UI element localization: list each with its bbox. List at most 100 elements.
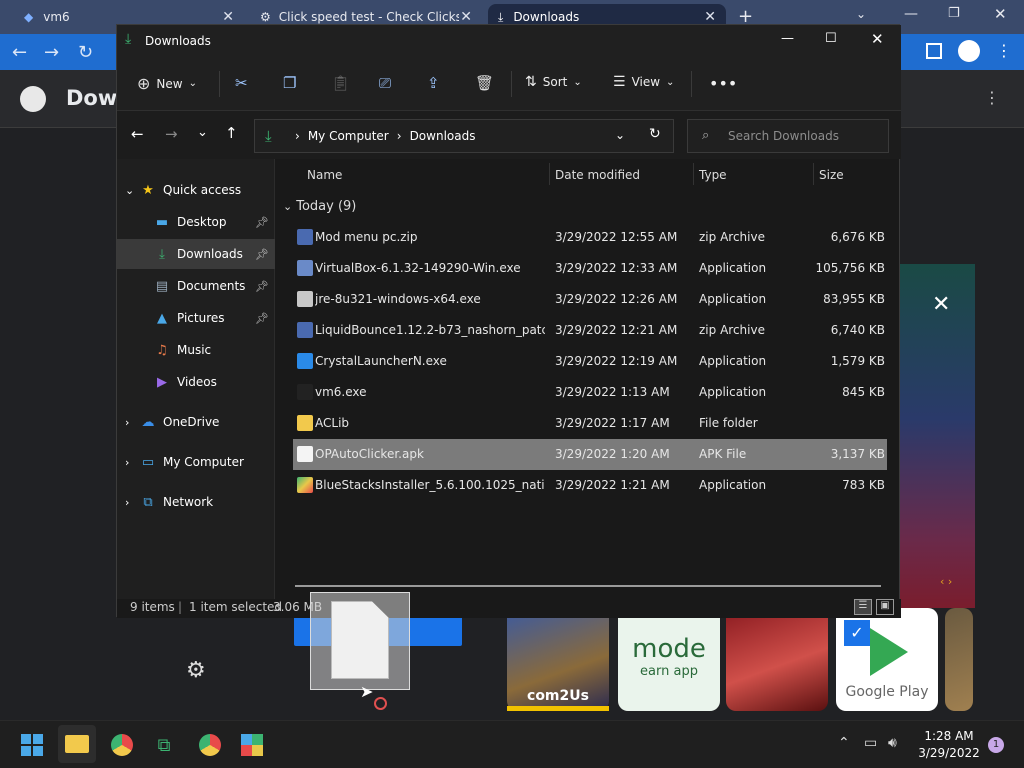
- file-row[interactable]: CrystalLauncherN.exe 3/29/2022 12:19 AM …: [293, 346, 887, 377]
- back-icon[interactable]: ←: [12, 42, 27, 63]
- file-row[interactable]: VirtualBox-6.1.32-149290-Win.exe 3/29/20…: [293, 253, 887, 284]
- tab-label: Click speed test - Check Clicks p…: [278, 10, 459, 24]
- clock-date[interactable]: 3/29/2022: [914, 746, 984, 760]
- sort-label: Sort: [542, 75, 568, 89]
- paste-icon[interactable]: 📋︎: [331, 74, 350, 92]
- file-row[interactable]: LiquidBounce1.12.2-b73_nashorn_patch-… 3…: [293, 315, 887, 346]
- nav-desktop[interactable]: ▬ Desktop 📌︎: [117, 207, 275, 237]
- delete-icon[interactable]: 🗑︎: [475, 74, 494, 92]
- column-separator[interactable]: [813, 163, 814, 185]
- bluestacks-taskbar-icon[interactable]: [238, 731, 266, 759]
- back-icon[interactable]: ←: [131, 125, 144, 143]
- file-row[interactable]: jre-8u321-windows-x64.exe 3/29/2022 12:2…: [293, 284, 887, 315]
- file-name: VirtualBox-6.1.32-149290-Win.exe: [315, 261, 521, 275]
- app-card-google-play[interactable]: ✓ Google Play: [836, 608, 938, 711]
- rename-icon[interactable]: ⎚: [379, 74, 391, 92]
- column-header-size[interactable]: Size: [819, 168, 844, 182]
- pin-icon[interactable]: 📌︎: [255, 312, 269, 325]
- file-row[interactable]: ACLib 3/29/2022 1:17 AM File folder: [293, 408, 887, 439]
- file-row[interactable]: Mod menu pc.zip 3/29/2022 12:55 AM zip A…: [293, 222, 887, 253]
- app-card-com2us[interactable]: com2Us: [507, 608, 609, 711]
- app-card-partial[interactable]: [945, 608, 973, 711]
- nav-videos[interactable]: ▶ Videos: [117, 367, 275, 397]
- app-taskbar-icon[interactable]: ⧉: [150, 731, 178, 759]
- pin-icon[interactable]: 📌︎: [255, 216, 269, 229]
- download-icon: ⤓: [159, 246, 165, 262]
- nav-downloads[interactable]: ⤓ Downloads 📌︎: [117, 239, 275, 269]
- restore-icon[interactable]: ❐: [948, 6, 960, 21]
- start-icon[interactable]: [18, 731, 46, 759]
- page-menu-icon[interactable]: ⋮: [984, 88, 1000, 107]
- nav-documents[interactable]: ▤ Documents 📌︎: [117, 271, 275, 301]
- nav-quick-access[interactable]: ⌄ ★ Quick access: [117, 175, 275, 205]
- column-separator[interactable]: [549, 163, 550, 185]
- chrome-profile-taskbar-icon[interactable]: [196, 731, 224, 759]
- sort-button[interactable]: ⇅ Sort ⌄: [525, 74, 582, 90]
- address-bar[interactable]: ⤓ › My Computer › Downloads ⌄ ↻: [254, 119, 674, 153]
- nav-label: OneDrive: [163, 415, 220, 429]
- group-label: Today (9): [296, 199, 357, 214]
- notification-badge[interactable]: 1: [988, 737, 1004, 753]
- forward-icon[interactable]: →: [165, 125, 178, 143]
- close-icon[interactable]: ✕: [871, 30, 884, 48]
- column-separator[interactable]: [693, 163, 694, 185]
- settings-gear-icon[interactable]: ⚙: [186, 658, 206, 683]
- file-row-selected[interactable]: OPAutoClicker.apk 3/29/2022 1:20 AM APK …: [293, 439, 887, 470]
- column-header-type[interactable]: Type: [699, 168, 727, 182]
- cut-icon[interactable]: ✂: [235, 74, 248, 92]
- pin-icon[interactable]: 📌︎: [255, 248, 269, 261]
- minimize-icon[interactable]: —: [781, 31, 794, 46]
- nav-onedrive[interactable]: › ☁ OneDrive: [117, 407, 275, 437]
- breadcrumb-downloads[interactable]: Downloads: [410, 129, 476, 143]
- profile-avatar[interactable]: [958, 40, 980, 62]
- recent-chevron-icon[interactable]: ⌄: [197, 125, 208, 140]
- tab-close-icon[interactable]: ✕: [704, 9, 716, 25]
- close-banner-icon[interactable]: ✕: [932, 292, 950, 317]
- tab-search-icon[interactable]: ⌄: [856, 7, 866, 21]
- reload-icon[interactable]: ↻: [78, 42, 93, 63]
- breadcrumb-my-computer[interactable]: My Computer: [308, 129, 389, 143]
- search-input[interactable]: ⌕ Search Downloads: [687, 119, 889, 153]
- view-button[interactable]: ☰ View ⌄: [613, 74, 674, 90]
- minimize-icon[interactable]: —: [904, 6, 918, 22]
- close-icon[interactable]: ✕: [994, 5, 1007, 23]
- carousel-arrows-icon[interactable]: ‹ ›: [940, 575, 952, 588]
- new-button[interactable]: ⊕ New ⌄: [137, 74, 197, 93]
- more-options-icon[interactable]: ⋮: [996, 41, 1012, 60]
- forward-icon[interactable]: →: [44, 42, 59, 63]
- app-card-game[interactable]: [726, 608, 828, 711]
- volume-icon[interactable]: 🔊︎: [888, 735, 897, 751]
- address-dropdown-icon[interactable]: ⌄: [615, 128, 625, 142]
- maximize-icon[interactable]: ☐: [825, 31, 837, 46]
- nav-pictures[interactable]: ▲ Pictures 📌︎: [117, 303, 275, 333]
- file-row[interactable]: BlueStacksInstaller_5.6.100.1025_native_…: [293, 470, 887, 501]
- network-status-icon[interactable]: ▭: [864, 735, 877, 751]
- tiles-view-icon[interactable]: ▣: [876, 599, 894, 615]
- tab-close-icon[interactable]: ✕: [460, 9, 472, 25]
- file-explorer-taskbar-icon[interactable]: [58, 725, 96, 763]
- pin-icon[interactable]: 📌︎: [255, 280, 269, 293]
- chevron-up-icon[interactable]: ⌃: [838, 735, 850, 751]
- tab-close-icon[interactable]: ✕: [222, 9, 234, 25]
- nav-my-computer[interactable]: › ▭ My Computer: [117, 447, 275, 477]
- refresh-icon[interactable]: ↻: [649, 126, 661, 142]
- file-row[interactable]: vm6.exe 3/29/2022 1:13 AM Application 84…: [293, 377, 887, 408]
- up-icon[interactable]: ↑: [225, 124, 238, 142]
- card-label: com2Us: [527, 688, 589, 704]
- nav-music[interactable]: ♫ Music: [117, 335, 275, 365]
- share-icon[interactable]: ⇪: [427, 74, 440, 92]
- nav-network[interactable]: › ⧉ Network: [117, 487, 275, 517]
- more-icon[interactable]: •••: [709, 74, 737, 93]
- group-header[interactable]: ⌄ Today (9): [283, 199, 356, 214]
- sidebar-icon[interactable]: [926, 43, 942, 59]
- copy-icon[interactable]: ❐: [283, 74, 296, 92]
- horizontal-scrollbar[interactable]: [295, 585, 881, 587]
- file-name: CrystalLauncherN.exe: [315, 354, 447, 368]
- details-view-icon[interactable]: ☰: [854, 599, 872, 615]
- nav-label: Pictures: [177, 311, 225, 325]
- chrome-taskbar-icon[interactable]: [108, 731, 136, 759]
- column-header-name[interactable]: Name: [307, 168, 342, 182]
- app-card-mode-earn[interactable]: mode earn app: [618, 608, 720, 711]
- clock-time[interactable]: 1:28 AM: [918, 729, 980, 743]
- column-header-date[interactable]: Date modified: [555, 168, 640, 182]
